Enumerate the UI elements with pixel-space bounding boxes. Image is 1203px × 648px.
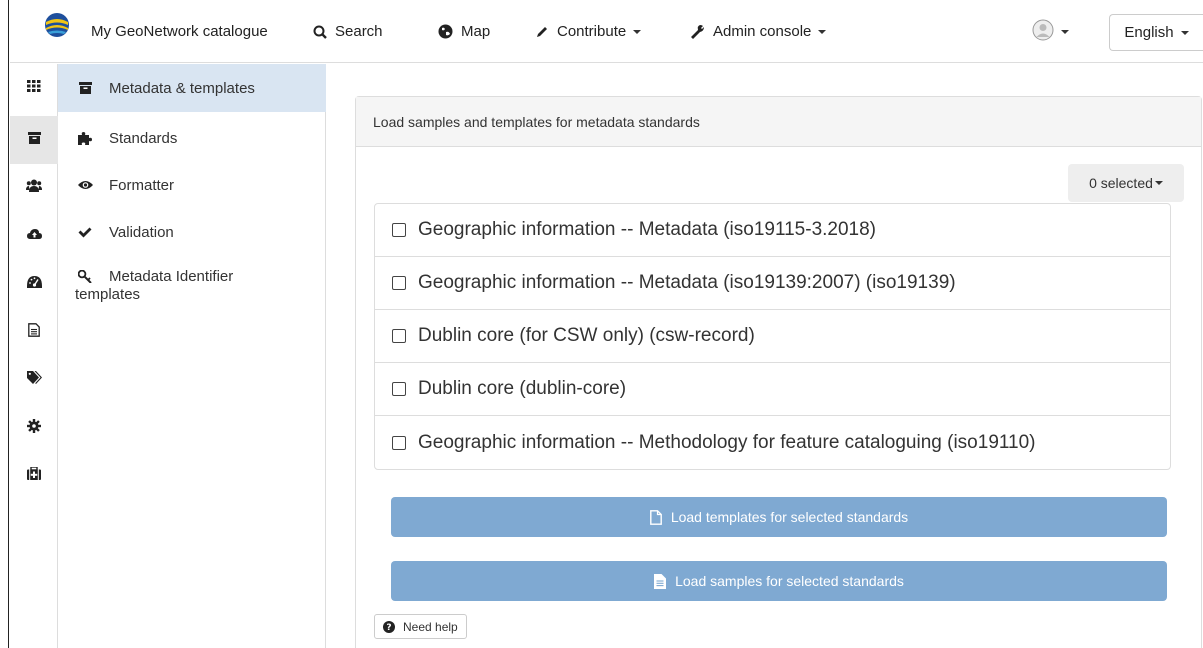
check-icon (75, 227, 95, 238)
rail-settings[interactable] (10, 404, 58, 452)
selected-count-label: 0 selected (1089, 175, 1153, 191)
rail-harvesting[interactable] (10, 212, 58, 260)
rail-metadata[interactable] (10, 116, 58, 164)
language-label: English (1124, 24, 1174, 41)
standard-checkbox[interactable] (392, 276, 406, 290)
subnav-item-label: Standards (109, 129, 178, 147)
subnav-item-identifier-templates[interactable]: Metadata Identifier templates (58, 260, 326, 320)
chevron-down-icon (1061, 29, 1069, 34)
nav-contribute-label: Contribute (557, 23, 627, 40)
list-item[interactable]: Dublin core (for CSW only) (csw-record) (375, 310, 1170, 363)
rail-dashboard-grid[interactable] (10, 64, 58, 112)
rail-users[interactable] (10, 164, 58, 212)
list-item[interactable]: Geographic information -- Metadata (iso1… (375, 204, 1170, 257)
standard-checkbox[interactable] (392, 223, 406, 237)
file-text-icon (28, 322, 40, 342)
list-item[interactable]: Dublin core (dublin-core) (375, 363, 1170, 416)
language-select[interactable]: English (1109, 14, 1203, 51)
list-item[interactable]: Geographic information -- Metadata (iso1… (375, 257, 1170, 310)
need-help-button[interactable]: ? Need help (374, 614, 467, 639)
subnav-item-label: Formatter (109, 176, 175, 194)
user-menu[interactable] (1032, 0, 1069, 63)
globe-icon (438, 24, 453, 39)
search-icon (313, 25, 327, 39)
pencil-icon (535, 25, 549, 39)
rail-tools[interactable] (10, 452, 58, 500)
load-samples-label: Load samples for selected standards (675, 573, 904, 589)
nav-map[interactable]: Map (438, 0, 490, 63)
load-samples-button[interactable]: Load samples for selected standards (391, 561, 1167, 601)
chevron-down-icon (818, 29, 827, 34)
nav-search-label: Search (335, 23, 383, 40)
subnav-item-label: Metadata & templates (109, 79, 255, 97)
tags-icon (26, 371, 42, 389)
rail-reports[interactable] (10, 308, 58, 356)
eye-icon (75, 180, 95, 190)
chevron-down-icon (1154, 181, 1163, 185)
medkit-icon (27, 466, 41, 485)
file-icon (649, 509, 662, 525)
archive-icon (27, 131, 41, 149)
rail-classification[interactable] (10, 356, 58, 404)
subnav-item-label: Metadata Identifier templates (75, 268, 234, 303)
top-navbar: My GeoNetwork catalogue Search Map Contr… (10, 0, 1203, 63)
users-icon (26, 179, 42, 197)
standard-label: Dublin core (dublin-core) (418, 378, 627, 399)
load-templates-button[interactable]: Load templates for selected standards (391, 497, 1167, 537)
panel-title: Load samples and templates for metadata … (373, 113, 700, 130)
rail-statistics[interactable] (10, 260, 58, 308)
file-text-icon (654, 573, 667, 589)
selection-dropdown-button[interactable]: 0 selected (1068, 164, 1184, 202)
puzzle-icon (75, 131, 95, 145)
panel-heading: Load samples and templates for metadata … (356, 97, 1201, 147)
subnav-item-validation[interactable]: Validation (58, 208, 326, 256)
cog-icon (27, 418, 41, 438)
standard-checkbox[interactable] (392, 382, 406, 396)
brand-link[interactable]: My GeoNetwork catalogue (91, 0, 268, 63)
subnav-item-label: Validation (109, 223, 174, 241)
grid-icon (27, 79, 41, 97)
nav-admin-console[interactable]: Admin console (690, 0, 827, 63)
archive-icon (75, 82, 95, 94)
chevron-down-icon (1180, 30, 1189, 35)
standards-list: Geographic information -- Metadata (iso1… (374, 203, 1171, 470)
avatar (1032, 19, 1054, 45)
load-templates-label: Load templates for selected standards (670, 509, 909, 525)
standard-checkbox[interactable] (392, 329, 406, 343)
nav-map-label: Map (461, 23, 491, 40)
nav-contribute[interactable]: Contribute (535, 0, 642, 63)
need-help-label: Need help (403, 619, 458, 634)
dashboard-icon (26, 275, 42, 293)
geonetwork-logo-icon[interactable] (44, 12, 70, 43)
cloud-upload-icon (26, 227, 42, 245)
metadata-subnav: Metadata & templates Standards Formatter… (58, 64, 326, 648)
standard-label: Dublin core (for CSW only) (csw-record) (418, 325, 755, 346)
wrench-icon (690, 24, 705, 39)
standard-label: Geographic information -- Metadata (iso1… (418, 272, 956, 293)
question-circle-icon: ? (383, 620, 395, 633)
svg-text:?: ? (386, 623, 391, 633)
nav-search[interactable]: Search (313, 0, 383, 63)
subnav-item-formatter[interactable]: Formatter (58, 161, 326, 209)
brand-label: My GeoNetwork catalogue (91, 23, 268, 40)
standard-label: Geographic information -- Methodology fo… (418, 431, 1036, 453)
subnav-item-standards[interactable]: Standards (58, 114, 326, 162)
standard-label: Geographic information -- Metadata (iso1… (418, 219, 877, 240)
nav-admin-label: Admin console (713, 23, 812, 40)
list-item[interactable]: Geographic information -- Methodology fo… (375, 416, 1170, 469)
standard-checkbox[interactable] (392, 435, 406, 450)
admin-icon-rail (10, 64, 58, 648)
chevron-down-icon (633, 29, 642, 34)
load-standards-panel: Load samples and templates for metadata … (355, 96, 1202, 648)
window-edge (0, 0, 9, 648)
subnav-item-metadata-templates[interactable]: Metadata & templates (58, 64, 326, 112)
